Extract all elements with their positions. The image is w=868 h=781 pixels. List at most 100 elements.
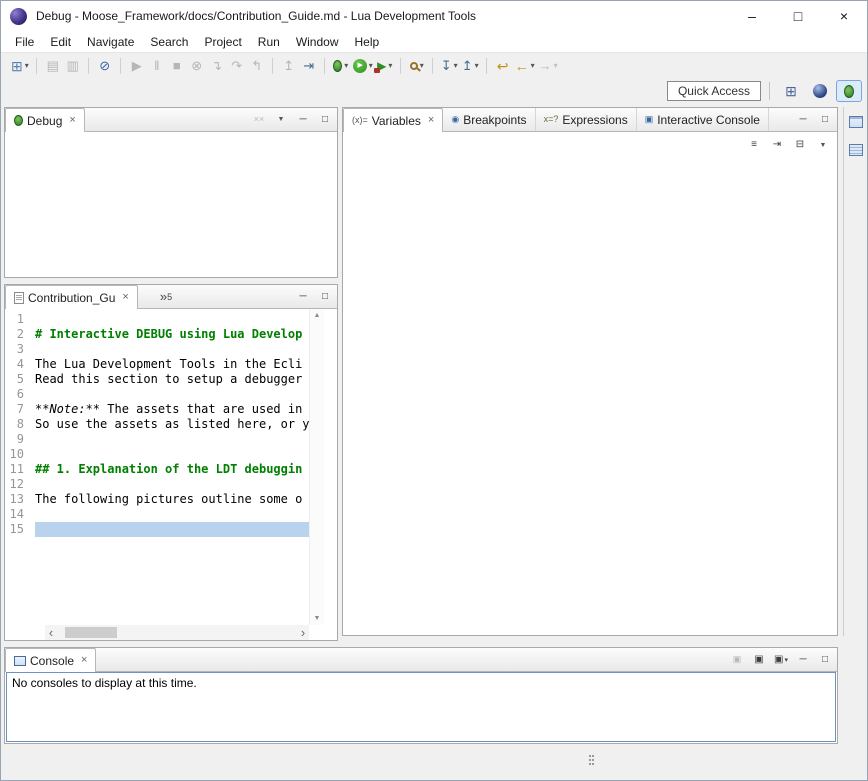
maximize-button[interactable]: □ xyxy=(318,288,332,306)
view-menu-button[interactable]: ▼ xyxy=(816,136,830,154)
variables-content xyxy=(343,158,837,635)
last-edit-location-button[interactable]: ↩ xyxy=(493,55,513,77)
next-annotation-button[interactable]: ↧ xyxy=(439,55,460,77)
pin-console-button[interactable]: ▣ xyxy=(730,651,744,669)
menu-window[interactable]: Window xyxy=(288,33,347,51)
hidden-editors-indicator[interactable]: 5 xyxy=(160,285,172,308)
tab-breakpoints[interactable]: ◉ Breakpoints xyxy=(443,108,535,131)
close-tab-icon[interactable] xyxy=(428,115,434,126)
save-button[interactable]: ▤ xyxy=(43,55,63,77)
minimize-button[interactable]: ─ xyxy=(796,111,810,129)
search-button[interactable] xyxy=(407,55,427,77)
debug-button[interactable] xyxy=(331,55,351,77)
trim-drag-handle[interactable] xyxy=(589,755,595,767)
show-type-names-button[interactable]: ≡ xyxy=(747,136,761,154)
collapse-all-button[interactable]: ⊟ xyxy=(793,136,807,154)
display-selected-console-button[interactable]: ▣ xyxy=(752,651,766,669)
menu-edit[interactable]: Edit xyxy=(42,33,79,51)
external-tools-button[interactable]: ▶ xyxy=(375,55,395,77)
close-tab-icon[interactable] xyxy=(69,115,75,126)
menu-file[interactable]: File xyxy=(7,33,42,51)
drop-to-frame-button[interactable]: ↥ xyxy=(279,55,299,77)
minimize-button[interactable]: ─ xyxy=(296,288,310,306)
editor-horizontal-scrollbar[interactable] xyxy=(45,625,309,640)
line-number: 14 xyxy=(5,507,35,522)
view-menu-button[interactable]: ▼ xyxy=(274,111,288,129)
line-text: **Note:** The assets that are used in xyxy=(35,402,309,417)
quick-access[interactable]: Quick Access xyxy=(667,81,761,101)
suspend-button[interactable]: ‖ xyxy=(147,55,167,77)
line-plain-text: The assets that are used in xyxy=(100,402,302,416)
editor-line: 12 xyxy=(5,477,309,492)
tab-debug[interactable]: Debug xyxy=(5,108,85,132)
editor-code-area[interactable]: 1 2 # Interactive DEBUG using Lua Develo… xyxy=(5,309,309,625)
tab-variables[interactable]: (x)= Variables xyxy=(343,108,443,132)
debug-icon xyxy=(14,115,23,126)
terminate-button[interactable]: ■ xyxy=(167,55,187,77)
editor-line: 4 The Lua Development Tools in the Ecli xyxy=(5,357,309,372)
menu-run[interactable]: Run xyxy=(250,33,288,51)
tab-label: Variables xyxy=(372,114,421,128)
maximize-button[interactable]: □ xyxy=(818,111,832,129)
forward-button[interactable]: → xyxy=(537,55,560,77)
line-number: 15 xyxy=(5,522,35,537)
scroll-down-icon[interactable] xyxy=(314,615,321,622)
close-tab-icon[interactable] xyxy=(81,655,87,666)
tab-label: Interactive Console xyxy=(657,113,760,127)
tab-interactive-console[interactable]: ▣ Interactive Console xyxy=(637,108,769,131)
minimize-button[interactable]: ─ xyxy=(796,651,810,669)
line-plain-text: ## 1. Explanation of the LDT debuggin xyxy=(35,462,302,476)
disconnect-button[interactable]: ⊗ xyxy=(187,55,207,77)
editor-line: 9 xyxy=(5,432,309,447)
maximize-button[interactable]: □ xyxy=(818,651,832,669)
line-text xyxy=(35,387,309,402)
back-button[interactable]: ← xyxy=(513,55,537,77)
menu-project[interactable]: Project xyxy=(196,33,249,51)
debug-perspective-button[interactable] xyxy=(836,80,862,102)
line-number: 10 xyxy=(5,447,35,462)
line-number: 11 xyxy=(5,462,35,477)
open-console-button[interactable]: ▣ xyxy=(774,651,788,669)
minimize-button[interactable]: ─ xyxy=(296,111,310,129)
use-step-filters-button[interactable]: ⇥ xyxy=(299,55,319,77)
resume-button[interactable]: ▶ xyxy=(127,55,147,77)
skip-all-breakpoints-button[interactable]: ⊘ xyxy=(95,55,115,77)
scrollbar-thumb[interactable] xyxy=(65,627,117,638)
editor-vertical-scrollbar[interactable] xyxy=(309,309,324,625)
tab-expressions[interactable]: x=? Expressions xyxy=(536,108,637,131)
maximize-button[interactable]: □ xyxy=(318,111,332,129)
show-logical-structures-button[interactable]: ⇥ xyxy=(770,136,784,154)
scroll-right-icon[interactable] xyxy=(297,626,309,639)
remove-all-terminated-button[interactable]: ×× xyxy=(252,111,266,129)
tab-console[interactable]: Console xyxy=(5,648,96,672)
restore-minimized-view-button[interactable] xyxy=(847,113,865,131)
lua-perspective-button[interactable] xyxy=(807,80,833,102)
menu-search[interactable]: Search xyxy=(142,33,196,51)
editor-line: 13 The following pictures outline some o xyxy=(5,492,309,507)
scrollbar-track[interactable] xyxy=(57,625,297,640)
step-return-button[interactable]: ↰ xyxy=(247,55,267,77)
new-wizard-button[interactable]: ⊞ xyxy=(9,55,31,77)
tab-label: Contribution_Gu xyxy=(28,291,115,305)
menu-help[interactable]: Help xyxy=(347,33,388,51)
minimize-window-button[interactable]: – xyxy=(729,1,775,31)
step-into-button[interactable]: ↴ xyxy=(207,55,227,77)
minimized-view-button[interactable] xyxy=(847,141,865,159)
previous-annotation-button[interactable]: ↥ xyxy=(460,55,481,77)
step-over-button[interactable]: ↷ xyxy=(227,55,247,77)
titlebar: Debug - Moose_Framework/docs/Contributio… xyxy=(1,1,867,31)
menubar: File Edit Navigate Search Project Run Wi… xyxy=(1,31,867,52)
debug-view-tabbar: Debug ×× ▼ ─ □ xyxy=(5,108,337,132)
menu-navigate[interactable]: Navigate xyxy=(79,33,142,51)
run-button[interactable]: ▶ xyxy=(351,55,375,77)
close-window-button[interactable]: × xyxy=(821,1,867,31)
maximize-window-button[interactable]: □ xyxy=(775,1,821,31)
tab-contribution-guide[interactable]: Contribution_Gu xyxy=(5,285,138,309)
scroll-left-icon[interactable] xyxy=(45,626,57,639)
open-perspective-button[interactable]: ⊞ xyxy=(778,80,804,102)
close-tab-icon[interactable] xyxy=(122,292,128,303)
hidden-editors-count: 5 xyxy=(167,292,172,302)
line-text xyxy=(35,432,309,447)
scroll-up-icon[interactable] xyxy=(314,312,321,319)
save-all-button[interactable]: ▥ xyxy=(63,55,83,77)
